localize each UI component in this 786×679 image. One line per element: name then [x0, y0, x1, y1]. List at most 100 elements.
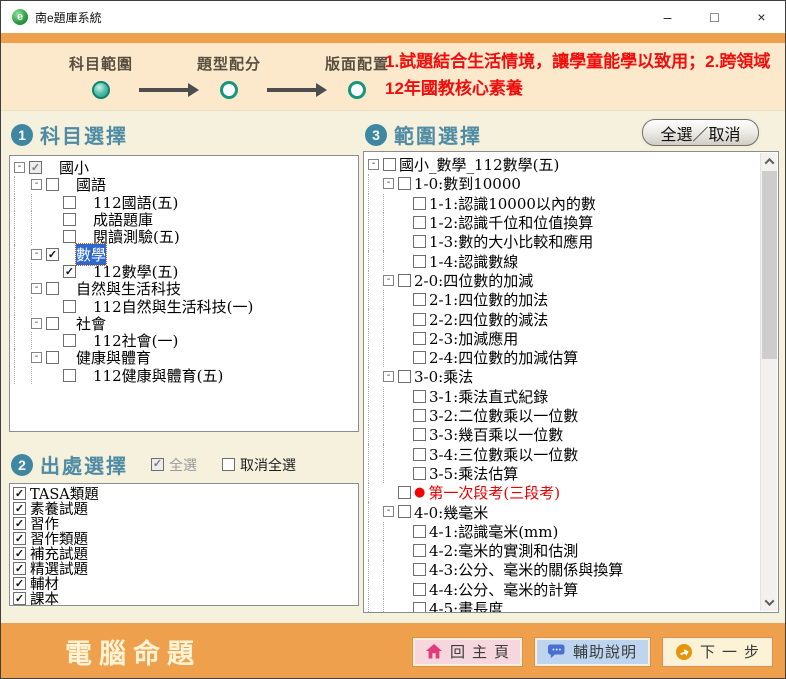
help-button[interactable]: 輔助說明	[535, 638, 650, 666]
tree-node[interactable]: 4-5:畫長度	[364, 599, 760, 613]
tree-label[interactable]: 1-0:數到10000	[414, 173, 521, 194]
tree-node[interactable]: 4-3:公分、毫米的關係與換算	[364, 560, 760, 579]
tree-node[interactable]: - 1-0:數到10000	[364, 174, 760, 193]
tree-label[interactable]: 國小_數學_112數學(五)	[399, 154, 559, 175]
tree-label[interactable]: 4-3:公分、毫米的關係與換算	[429, 559, 623, 580]
tree-node[interactable]: 3-1:乘法直式紀錄	[364, 387, 760, 406]
tree-node[interactable]: 2-1:四位數的加法	[364, 290, 760, 309]
tree-checkbox[interactable]	[413, 216, 426, 229]
close-button[interactable]: ×	[738, 1, 785, 33]
tree-checkbox[interactable]: ✓	[29, 161, 42, 174]
tree-checkbox[interactable]	[413, 351, 426, 364]
tree-checkbox[interactable]: ✓	[63, 265, 76, 278]
source-item[interactable]: ✓精選試題	[10, 561, 358, 576]
source-item[interactable]: ✓課本	[10, 591, 358, 606]
tree-node[interactable]: -✓國小	[10, 159, 358, 176]
collapse-icon[interactable]: -	[31, 179, 42, 190]
tree-node[interactable]: 2-4:四位數的加減估算	[364, 348, 760, 367]
tree-node[interactable]: 112國語(五)	[10, 194, 358, 211]
tree-node[interactable]: 4-4:公分、毫米的計算	[364, 580, 760, 599]
source-item[interactable]: ✓素養試題	[10, 501, 358, 516]
tree-node[interactable]: ✓112數學(五)	[10, 263, 358, 280]
deselect-all-checkbox[interactable]	[222, 458, 235, 471]
tree-checkbox[interactable]	[413, 255, 426, 268]
tree-label[interactable]: 2-1:四位數的加法	[429, 289, 548, 310]
collapse-icon[interactable]: -	[383, 371, 394, 382]
tree-node[interactable]: 1-2:認識千位和位值換算	[364, 213, 760, 232]
tree-node[interactable]: 閱讀測驗(五)	[10, 228, 358, 245]
source-checkbox[interactable]: ✓	[13, 547, 26, 560]
tree-node[interactable]: 112自然與生活科技(一)	[10, 297, 358, 314]
collapse-icon[interactable]: -	[31, 249, 42, 260]
source-checkbox[interactable]: ✓	[13, 532, 26, 545]
tree-checkbox[interactable]	[398, 177, 411, 190]
tree-checkbox[interactable]	[413, 293, 426, 306]
tree-label[interactable]: 4-1:認識毫米(mm)	[429, 521, 558, 542]
home-button[interactable]: 回主頁	[413, 638, 522, 666]
tree-checkbox[interactable]	[63, 213, 76, 226]
collapse-icon[interactable]: -	[383, 275, 394, 286]
tree-label[interactable]: 3-0:乘法	[414, 366, 473, 387]
tree-label[interactable]: 1-2:認識千位和位值換算	[429, 212, 593, 233]
tree-label[interactable]: 2-4:四位數的加減估算	[429, 347, 578, 368]
tree-node[interactable]: 112健康與體育(五)	[10, 367, 358, 384]
tree-checkbox[interactable]	[398, 505, 411, 518]
tree-node[interactable]: 3-2:二位數乘以一位數	[364, 406, 760, 425]
select-all-checkbox[interactable]: ✓	[151, 458, 164, 471]
tree-checkbox[interactable]	[413, 583, 426, 596]
tree-node[interactable]: - 3-0:乘法	[364, 367, 760, 386]
tree-checkbox[interactable]	[413, 409, 426, 422]
tree-label[interactable]: 4-0:幾毫米	[414, 502, 488, 523]
collapse-icon[interactable]: -	[368, 159, 379, 170]
tree-checkbox[interactable]	[413, 602, 426, 613]
tree-node[interactable]: 4-2:毫米的實測和估測	[364, 541, 760, 560]
tree-label[interactable]: 2-3:加減應用	[429, 328, 518, 349]
collapse-icon[interactable]: -	[31, 283, 42, 294]
tree-node[interactable]: -2-0:四位數的加減	[364, 271, 760, 290]
source-checkbox[interactable]: ✓	[13, 517, 26, 530]
tree-checkbox[interactable]	[46, 317, 59, 330]
tree-checkbox[interactable]: ✓	[46, 248, 59, 261]
tree-label[interactable]: 4-4:公分、毫米的計算	[429, 579, 578, 600]
collapse-icon[interactable]: -	[14, 162, 25, 173]
tree-checkbox[interactable]	[63, 230, 76, 243]
tree-node[interactable]: - 國小_數學_112數學(五)	[364, 155, 760, 174]
source-checkbox[interactable]: ✓	[13, 577, 26, 590]
tree-label[interactable]: 3-2:二位數乘以一位數	[429, 405, 578, 426]
tree-checkbox[interactable]	[46, 178, 59, 191]
tree-node[interactable]: 1-4:認識數線	[364, 251, 760, 270]
collapse-icon[interactable]: -	[383, 506, 394, 517]
tree-label[interactable]: 2-2:四位數的減法	[429, 309, 548, 330]
tree-checkbox[interactable]	[398, 486, 411, 499]
scroll-up-button[interactable]	[761, 153, 778, 170]
tree-label[interactable]: 1-3:數的大小比較和應用	[429, 231, 593, 252]
scroll-down-button[interactable]	[761, 594, 778, 611]
step-layout-config[interactable]: 版面配置	[325, 53, 389, 99]
tree-node[interactable]: -✓數學	[10, 245, 358, 262]
tree-label[interactable]: 3-4:三位數乘以一位數	[429, 444, 578, 465]
tree-node[interactable]: 成語題庫	[10, 211, 358, 228]
select-all-option[interactable]: ✓ 全選	[151, 455, 197, 475]
scrollbar[interactable]	[760, 153, 777, 611]
tree-node[interactable]: 3-5:乘法估算	[364, 464, 760, 483]
tree-node[interactable]: 2-3:加減應用	[364, 329, 760, 348]
step-question-allocation[interactable]: 題型配分	[197, 53, 261, 99]
tree-node[interactable]: -社會	[10, 315, 358, 332]
tree-label[interactable]: 112健康與體育(五)	[93, 365, 223, 386]
collapse-icon[interactable]: -	[383, 178, 394, 189]
step-subject-range[interactable]: 科目範圍	[69, 53, 133, 99]
tree-node[interactable]: - 4-0:幾毫米	[364, 502, 760, 521]
tree-checkbox[interactable]	[413, 563, 426, 576]
next-step-button[interactable]: 下一步	[663, 638, 772, 666]
select-all-toggle-button[interactable]: 全選／取消	[642, 119, 759, 146]
tree-checkbox[interactable]	[413, 390, 426, 403]
tree-label[interactable]: 4-2:毫米的實測和估測	[429, 540, 578, 561]
tree-checkbox[interactable]	[413, 448, 426, 461]
tree-label[interactable]: 1-4:認識數線	[429, 251, 518, 272]
scrollbar-thumb[interactable]	[762, 171, 777, 359]
tree-node[interactable]: ●第一次段考(三段考)	[364, 483, 760, 502]
source-checkbox[interactable]: ✓	[13, 592, 26, 605]
tree-label[interactable]: 1-1:認識10000以內的數	[429, 193, 596, 214]
tree-label[interactable]: 112自然與生活科技(一)	[93, 296, 253, 317]
tree-label[interactable]: 4-5:畫長度	[429, 598, 503, 613]
